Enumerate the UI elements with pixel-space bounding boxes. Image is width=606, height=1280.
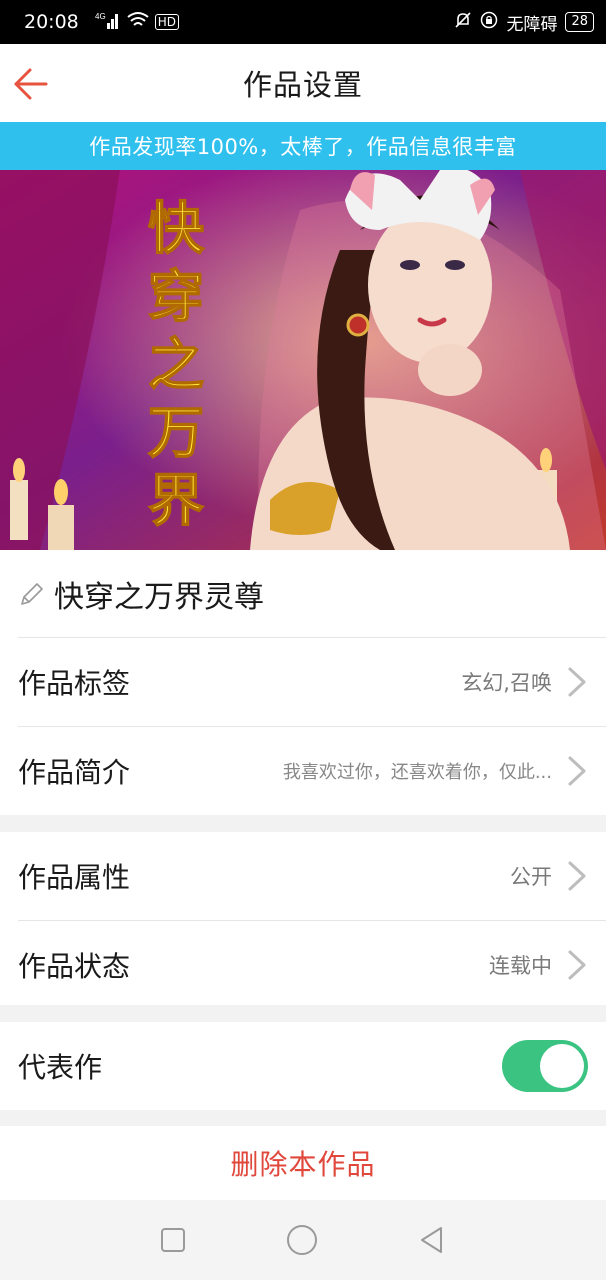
delete-work-button[interactable]: 删除本作品 [230,1143,375,1183]
mute-icon [454,11,472,34]
banner-text: 作品发现率100%，太棒了，作品信息很丰富 [89,135,517,159]
status-time: 20:08 [24,11,79,33]
chevron-right-icon [566,860,588,892]
chevron-right-icon [566,666,588,698]
status-value: 连载中 [489,954,552,978]
status-row[interactable]: 作品状态 连载中 [0,921,606,1009]
cover-title-char: 万 [148,401,204,466]
attribute-value: 公开 [510,865,552,889]
masterpiece-label: 代表作 [18,1051,103,1084]
delete-work-row[interactable]: 删除本作品 [0,1126,606,1200]
intro-row[interactable]: 作品简介 我喜欢过你，还喜欢着你，仅此... [0,727,606,815]
battery-icon: 28 [565,12,594,32]
accessibility-text: 无障碍 [506,14,558,35]
hd-icon: HD [154,14,180,30]
discovery-banner: 作品发现率100%，太棒了，作品信息很丰富 [0,122,606,170]
tags-value: 玄幻,召唤 [461,671,552,695]
chevron-right-icon [566,755,588,787]
status-label: 作品状态 [18,950,131,983]
section-gap [0,1110,606,1126]
tags-label: 作品标签 [18,667,131,700]
system-nav-bar [0,1200,606,1280]
page-title: 作品设置 [242,68,363,102]
work-name: 快穿之万界灵尊 [54,580,264,615]
tags-row[interactable]: 作品标签 玄幻,召唤 [0,638,606,726]
masterpiece-toggle[interactable] [502,1040,588,1092]
work-title-row[interactable]: 快穿之万界灵尊 [0,550,606,638]
cover-title-char: 之 [148,333,204,398]
cover-image[interactable]: 快 穿 之 万 界 [0,170,606,550]
cover-title-char: 界 [148,469,204,534]
cover-title-char: 快 [148,197,205,262]
attribute-row[interactable]: 作品属性 公开 [0,832,606,920]
svg-text:4G: 4G [95,12,106,21]
intro-label: 作品简介 [18,756,131,789]
app-bar: 作品设置 [0,44,606,122]
attribute-label: 作品属性 [18,861,131,894]
pencil-icon[interactable] [18,580,46,608]
wifi-icon [127,11,149,34]
triangle-back-icon[interactable] [417,1225,447,1255]
arrow-left-icon[interactable] [12,64,52,104]
square-recent-icon[interactable] [159,1226,187,1254]
cover-title-char: 穿 [148,265,204,330]
status-bar: 20:08 4G HD 无障碍 28 [0,0,606,44]
circle-home-icon[interactable] [285,1223,319,1257]
masterpiece-row: 代表作 [0,1022,606,1110]
chevron-right-icon [566,949,588,981]
intro-value: 我喜欢过你，还喜欢着你，仅此... [282,762,552,783]
signal-icon: 4G [95,11,121,34]
section-gap [0,815,606,832]
toggle-knob [540,1044,584,1088]
lock-rotation-icon [480,11,498,34]
section-gap [0,1005,606,1022]
